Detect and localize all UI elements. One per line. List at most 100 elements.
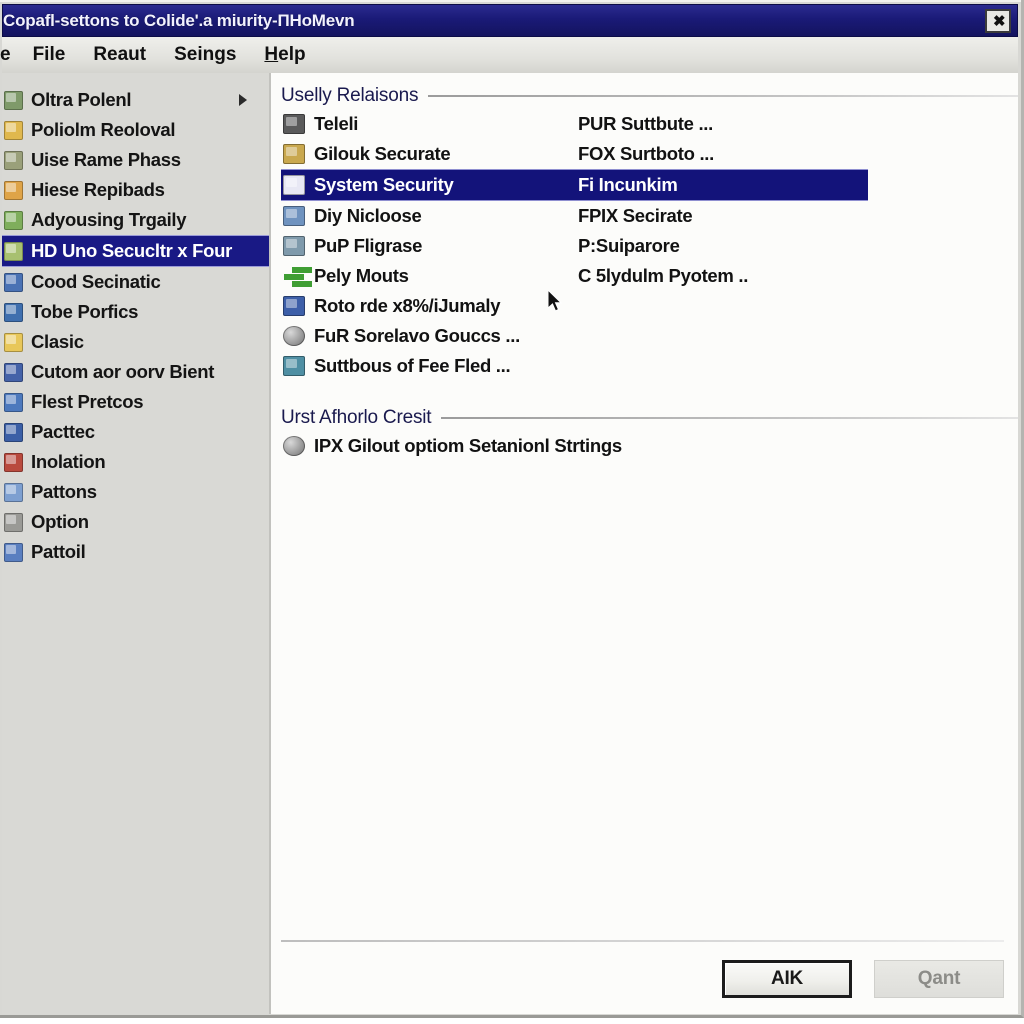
- search-refresh-icon: [283, 296, 305, 316]
- users-blue-icon: [4, 482, 23, 502]
- folder-gold-icon: [4, 332, 23, 352]
- option-label: PuP Fligrase: [314, 235, 423, 256]
- close-icon[interactable]: ✖: [985, 8, 1011, 33]
- folder-orange-icon: [4, 180, 23, 200]
- option-row[interactable]: IPX Gilout optiom Setanionl Strtings: [281, 431, 1018, 461]
- option-label: Diy Nicloose: [314, 205, 422, 226]
- group-header: Urst Afhorlo Cresit: [281, 407, 1018, 429]
- sidebar-item-pattons[interactable]: Pattons: [2, 477, 269, 507]
- wave-blue-icon: [4, 422, 23, 442]
- option-row[interactable]: System Security Fi Incunkim: [281, 169, 868, 201]
- sidebar-item-uise-rame-phass[interactable]: Uise Rame Phass: [2, 145, 269, 175]
- ok-button[interactable]: AIK: [722, 960, 852, 998]
- disc-blue-icon: [4, 272, 23, 292]
- sidebar-item-label: Pattons: [31, 481, 97, 502]
- option-label: Teleli: [314, 113, 359, 134]
- folder-yellow-icon: [4, 120, 23, 140]
- group-rule: [428, 95, 1018, 97]
- pen-gray-icon: [4, 512, 23, 532]
- sidebar-item-label: Oltra Polenl: [31, 89, 132, 110]
- document-icon: [283, 356, 305, 376]
- sidebar-item-label: Uise Rame Phass: [31, 149, 181, 170]
- option-value: FOX Surtboto ...: [578, 143, 714, 164]
- leaf-green-icon: [4, 210, 23, 230]
- option-label: Pely Mouts: [314, 265, 409, 286]
- option-label: Gilouk Securate: [314, 143, 451, 164]
- sidebar-item-poliolm-reoloval[interactable]: Poliolm Reoloval: [2, 115, 269, 145]
- option-row[interactable]: Pely Mouts C 5lydulm Pyotem ..: [281, 261, 868, 291]
- sidebar-item-label: Pattoil: [31, 541, 86, 562]
- sidebar-item-clasic[interactable]: Clasic: [2, 327, 269, 357]
- group-title: Uselly Relaisons: [281, 85, 419, 106]
- group-title: Urst Afhorlo Cresit: [281, 407, 432, 428]
- add-plus-icon: [283, 266, 305, 286]
- option-row[interactable]: Gilouk Securate FOX Surtboto ...: [281, 139, 868, 169]
- globe-gray-icon: [283, 326, 305, 346]
- chart-blue-icon: [4, 302, 23, 322]
- sidebar-item-pacttec[interactable]: Pacttec: [2, 417, 269, 447]
- computer-icon: [283, 114, 305, 134]
- network-globe-icon: [283, 436, 305, 456]
- sidebar-item-label: Adyousing Trgaily: [31, 209, 187, 230]
- option-row[interactable]: FuR Sorelavo Gouccs ...: [281, 321, 868, 351]
- application-window: Copafl-settons to Colide'.a miurity-ПHoM…: [0, 0, 1024, 1018]
- user-shield-icon: [283, 144, 305, 164]
- option-row[interactable]: PuP Fligrase P:Suiparore: [281, 231, 868, 261]
- sidebar-item-label: Cood Secinatic: [31, 271, 161, 292]
- options-list: Uselly Relaisons Teleli PUR Suttbute ... Gi…: [271, 83, 1018, 940]
- sidebar-item-flest-pretcos[interactable]: Flest Pretcos: [2, 387, 269, 417]
- option-row[interactable]: Diy Nicloose FPIX Secirate: [281, 201, 868, 231]
- footer-divider: [281, 940, 1004, 942]
- gear-blue-icon: [4, 362, 23, 382]
- option-value: PUR Suttbute ...: [578, 113, 713, 134]
- group-header: Uselly Relaisons: [281, 85, 1018, 107]
- sidebar-item-label: Flest Pretcos: [31, 391, 144, 412]
- option-row[interactable]: Suttbous of Fee Fled ...: [281, 351, 868, 381]
- sidebar-item-label: Inolation: [31, 451, 106, 472]
- main-panel: Uselly Relaisons Teleli PUR Suttbute ... Gi…: [271, 73, 1018, 1014]
- option-label: Roto rde x8%/iJumaly: [314, 295, 501, 316]
- cancel-button[interactable]: Qant: [874, 960, 1004, 998]
- sidebar: Oltra Polenl Poliolm Reoloval Uise Rame Ph…: [2, 73, 271, 1014]
- sidebar-item-label: Tobe Porfics: [31, 301, 139, 322]
- sidebar-item-cood-secinatic[interactable]: Cood Secinatic: [2, 267, 269, 297]
- printer-icon: [283, 236, 305, 256]
- option-row[interactable]: Roto rde x8%/iJumaly: [281, 291, 868, 321]
- window-title: Copafl-settons to Colide'.a miurity-ПHoM…: [3, 10, 355, 30]
- option-value: C 5lydulm Pyotem ..: [578, 265, 749, 286]
- folder-green-icon: [4, 90, 23, 110]
- menu-item-file[interactable]: File: [19, 42, 80, 68]
- chevron-right-icon: [239, 94, 247, 106]
- sidebar-item-cutom-aor-oorv-bient[interactable]: Cutom aor oorv Bient: [2, 357, 269, 387]
- menu-item-reaut[interactable]: Reaut: [79, 42, 160, 68]
- circle-red-icon: [4, 452, 23, 472]
- sidebar-item-hd-uno-secucltr-x-four[interactable]: HD Uno Secucltr x Four: [2, 235, 269, 267]
- security-icon: [283, 175, 305, 195]
- sidebar-item-tobe-porfics[interactable]: Tobe Porfics: [2, 297, 269, 327]
- shield-green-icon: [4, 241, 23, 261]
- sidebar-item-inolation[interactable]: Inolation: [2, 447, 269, 477]
- sidebar-item-adyousing-trgaily[interactable]: Adyousing Trgaily: [2, 205, 269, 235]
- sidebar-item-pattoil[interactable]: Pattoil: [2, 537, 269, 567]
- menu-item-seings[interactable]: Seings: [160, 42, 250, 68]
- menu-item-help[interactable]: Help: [250, 42, 319, 68]
- book-blue-icon: [4, 542, 23, 562]
- title-bar: Copafl-settons to Colide'.a miurity-ПHoM…: [2, 4, 1018, 37]
- menu-bar: e File Reaut Seings Help: [0, 37, 1018, 73]
- option-value: FPIX Secirate: [578, 205, 693, 226]
- sidebar-item-label: Cutom aor oorv Bient: [31, 361, 215, 382]
- group-rule: [441, 417, 1018, 419]
- menu-item-e[interactable]: e: [0, 42, 19, 68]
- screenshot-root: Copafl-settons to Colide'.a miurity-ПHoM…: [0, 0, 1024, 1024]
- sidebar-item-oltra-polenl[interactable]: Oltra Polenl: [2, 85, 269, 115]
- sidebar-item-label: HD Uno Secucltr x Four: [31, 240, 233, 261]
- content-area: Oltra Polenl Poliolm Reoloval Uise Rame Ph…: [2, 73, 1018, 1014]
- option-row[interactable]: Teleli PUR Suttbute ...: [281, 109, 868, 139]
- display-icon: [283, 206, 305, 226]
- option-label: FuR Sorelavo Gouccs ...: [314, 325, 520, 346]
- folder-olive-icon: [4, 150, 23, 170]
- sidebar-item-option[interactable]: Option: [2, 507, 269, 537]
- sidebar-item-hiese-repibads[interactable]: Hiese Repibads: [2, 175, 269, 205]
- option-label: Suttbous of Fee Fled ...: [314, 355, 511, 376]
